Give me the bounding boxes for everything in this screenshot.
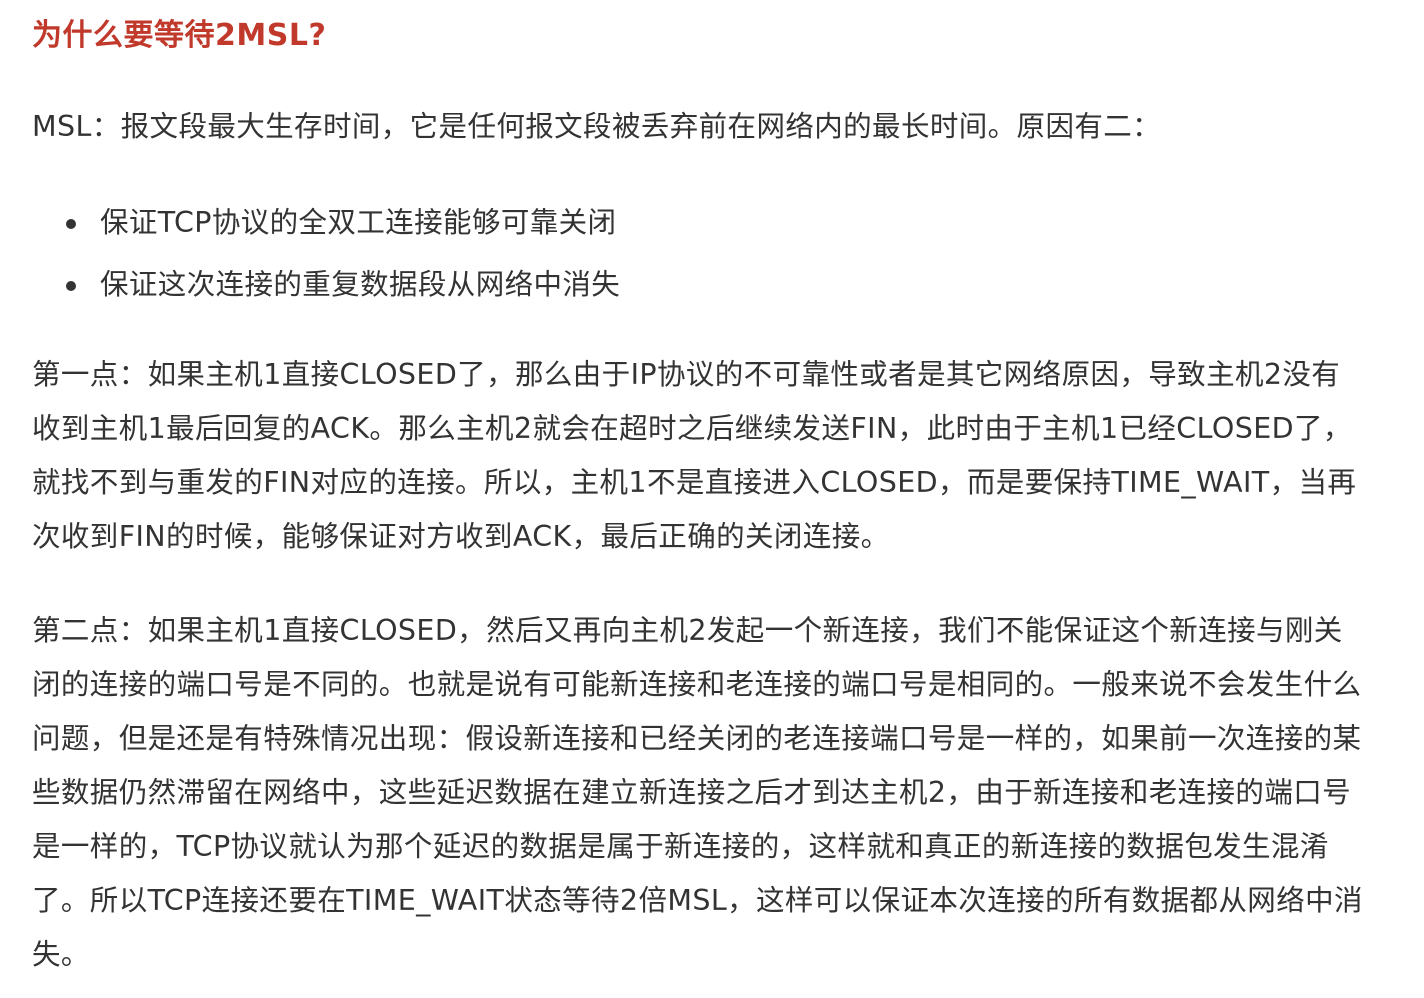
- second-point-paragraph: 第二点：如果主机1直接CLOSED，然后又再向主机2发起一个新连接，我们不能保证…: [32, 614, 1363, 971]
- bullet-dot-icon: [66, 219, 76, 229]
- section-heading: 为什么要等待2MSL?: [32, 18, 327, 53]
- first-point-paragraph: 第一点：如果主机1直接CLOSED了，那么由于IP协议的不可靠性或者是其它网络原…: [32, 358, 1357, 553]
- article: 为什么要等待2MSL? MSL：报文段最大生存时间，它是任何报文段被丢弃前在网络…: [0, 0, 1424, 998]
- list-item: 保证TCP协议的全双工连接能够可靠关闭: [66, 192, 1366, 254]
- bullet-dot-icon: [66, 281, 76, 291]
- list-item: 保证这次连接的重复数据段从网络中消失: [66, 254, 1366, 316]
- list-item-text: 保证TCP协议的全双工连接能够可靠关闭: [100, 206, 617, 239]
- reason-list: 保证TCP协议的全双工连接能够可靠关闭 保证这次连接的重复数据段从网络中消失: [32, 192, 1366, 316]
- list-item-text: 保证这次连接的重复数据段从网络中消失: [100, 268, 621, 301]
- intro-paragraph: MSL：报文段最大生存时间，它是任何报文段被丢弃前在网络内的最长时间。原因有二：: [32, 110, 1162, 143]
